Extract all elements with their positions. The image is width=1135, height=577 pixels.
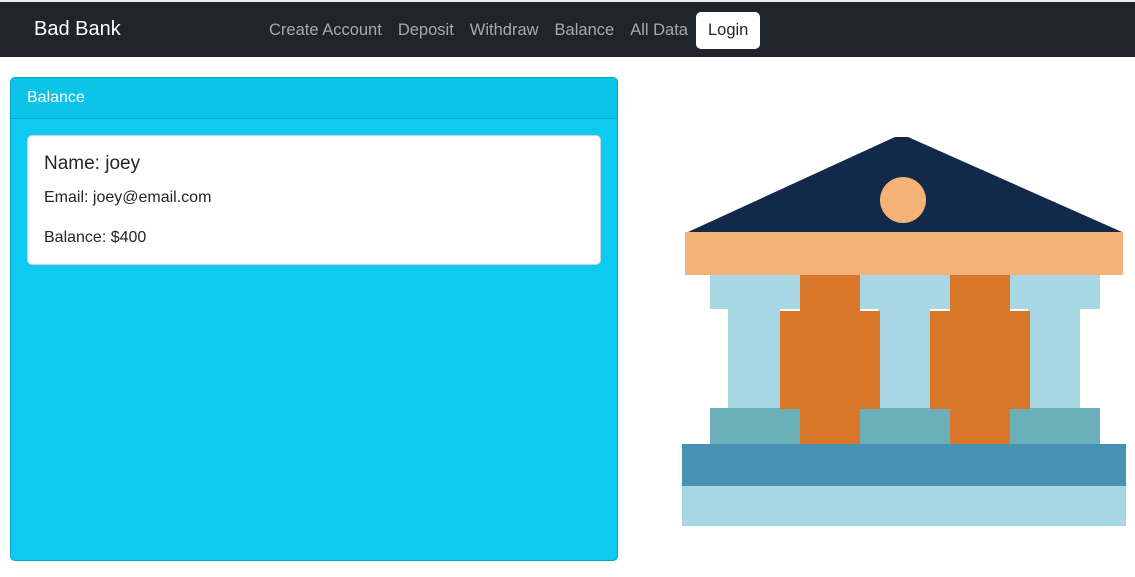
nav-deposit-link[interactable]: Deposit xyxy=(390,18,462,42)
brand-link[interactable]: Bad Bank xyxy=(34,16,121,42)
account-balance: Balance: $400 xyxy=(44,229,147,246)
bank-entablature xyxy=(685,232,1123,275)
bank-base-upper xyxy=(682,444,1126,486)
account-name: Name: joey xyxy=(44,153,141,174)
roof-medallion xyxy=(880,177,926,223)
nav-all-data-link[interactable]: All Data xyxy=(622,18,696,42)
balance-card: Balance Name: joey Email: joey@email.com… xyxy=(10,77,618,561)
account-info-card: Name: joey Email: joey@email.com Balance… xyxy=(27,135,601,265)
balance-card-header: Balance xyxy=(11,78,617,119)
nav-links: Create Account Deposit Withdraw Balance … xyxy=(261,10,761,50)
nav-create-account-link[interactable]: Create Account xyxy=(261,18,390,42)
nav-withdraw-link[interactable]: Withdraw xyxy=(462,18,547,42)
navbar: Bad Bank Create Account Deposit Withdraw… xyxy=(0,0,1135,57)
bank-building-icon xyxy=(682,137,1126,526)
bank-base-lower xyxy=(682,486,1126,526)
login-button[interactable]: Login xyxy=(695,11,761,49)
account-email: Email: joey@email.com xyxy=(44,189,212,206)
nav-balance-link[interactable]: Balance xyxy=(547,18,623,42)
